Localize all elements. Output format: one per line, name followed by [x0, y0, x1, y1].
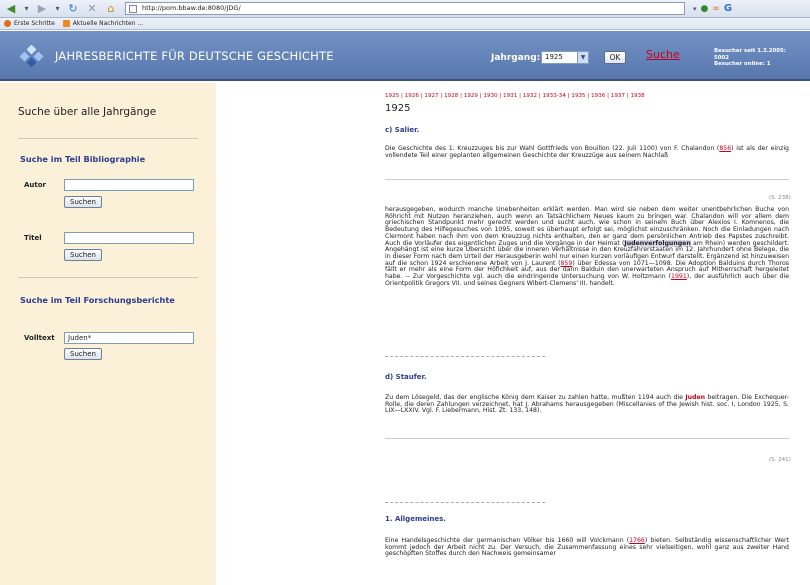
- bookmarks-bar: Erste Schritte Aktuelle Nachrichten ...: [0, 18, 810, 30]
- bibliographie-section-title: Suche im Teil Bibliographie: [20, 154, 146, 164]
- autor-input[interactable]: [64, 179, 194, 191]
- jahrgang-label: Jahrgang:: [491, 53, 541, 63]
- dashed-divider: [385, 502, 545, 503]
- page-reference: (S. 241): [769, 457, 791, 463]
- stop-icon[interactable]: ✕: [84, 2, 100, 16]
- visitor-counter-line: Besucher seit 1.3.2005:: [714, 48, 786, 54]
- section-heading-allgemeines: 1. Allgemeines.: [385, 515, 446, 523]
- page-icon: [129, 5, 137, 13]
- address-url: http://pom.bbaw.de:8080/JDG/: [142, 4, 241, 12]
- bookmark-aktuelle-nachrichten[interactable]: Aktuelle Nachrichten ...: [62, 20, 144, 27]
- visitor-counter-line: Besucher online: 1: [714, 61, 771, 67]
- ok-button[interactable]: OK: [604, 51, 626, 64]
- address-bar[interactable]: http://pom.bbaw.de:8080/JDG/: [125, 2, 685, 15]
- dropdown-icon[interactable]: ▾: [693, 5, 697, 13]
- bookmark-erste-schritte[interactable]: Erste Schritte: [4, 20, 55, 27]
- divider: [18, 277, 198, 278]
- jahrgang-select[interactable]: 1925 ▼: [541, 51, 589, 64]
- page-reference: (S. 238): [769, 195, 791, 201]
- chevron-down-icon[interactable]: ▼: [577, 52, 588, 63]
- divider: [18, 138, 198, 139]
- sidebar-title: Suche über alle Jahrgänge: [18, 106, 157, 118]
- paragraph-kreuzzug: herausgegeben, wodurch manche Unebenheit…: [385, 206, 789, 287]
- site-logo-icon: [19, 45, 44, 67]
- reload-icon[interactable]: ↻: [65, 2, 81, 16]
- forschungsberichte-section-title: Suche im Teil Forschungsberichte: [20, 295, 175, 305]
- jahrgang-value: 1925: [545, 53, 563, 61]
- divider: [385, 179, 789, 180]
- google-search-icon[interactable]: G: [724, 3, 732, 14]
- suche-link[interactable]: Suche: [646, 48, 680, 61]
- paragraph-chalandon: Die Geschichte des 1. Kreuzzuges bis zur…: [385, 145, 789, 159]
- titel-input[interactable]: [64, 232, 194, 244]
- bookmark-label: Erste Schritte: [14, 20, 55, 27]
- forward-dropdown-icon[interactable]: ▾: [53, 2, 62, 16]
- suchen-titel-button[interactable]: Suchen: [64, 249, 102, 261]
- search-sidebar: Suche über alle Jahrgänge Suche im Teil …: [0, 83, 216, 585]
- section-heading-staufer: d) Staufer.: [385, 373, 427, 381]
- dashed-divider: [385, 356, 545, 357]
- section-heading-salier: c) Salier.: [385, 126, 420, 134]
- page-title: 1925: [385, 103, 411, 114]
- back-icon[interactable]: ◀: [3, 2, 19, 16]
- reference-link[interactable]: 856: [719, 145, 731, 152]
- year-navigation[interactable]: 1925 | 1926 | 1927 | 1928 | 1929 | 1930 …: [385, 93, 645, 99]
- forward-icon[interactable]: ▶: [34, 2, 50, 16]
- paragraph-loesegeld: Zu dem Lösegeld, das der englische König…: [385, 394, 789, 415]
- autor-label: Autor: [24, 181, 47, 189]
- divider: [385, 438, 789, 439]
- volltext-input[interactable]: Juden*: [64, 332, 194, 344]
- reference-link[interactable]: 1991: [671, 273, 687, 280]
- firefox-icon: [4, 20, 11, 27]
- rss-icon: [62, 20, 70, 27]
- site-header: JAHRESBERICHTE FÜR DEUTSCHE GESCHICHTE J…: [0, 31, 810, 81]
- suchen-volltext-button[interactable]: Suchen: [64, 348, 102, 360]
- visitor-counter: Besucher seit 1.3.2005: 5002 Besucher on…: [714, 48, 786, 68]
- suchen-autor-button[interactable]: Suchen: [64, 196, 102, 208]
- titel-label: Titel: [24, 234, 42, 242]
- main-content: 1925 | 1926 | 1927 | 1928 | 1929 | 1930 …: [383, 83, 810, 585]
- home-icon[interactable]: ⌂: [103, 2, 119, 16]
- site-title: JAHRESBERICHTE FÜR DEUTSCHE GESCHICHTE: [55, 49, 334, 63]
- go-icon[interactable]: ●: [701, 4, 709, 14]
- paragraph-handelsgeschichte: Eine Handelsgeschichte der germanischen …: [385, 537, 789, 558]
- volltext-label: Volltext: [24, 334, 55, 342]
- feed-icon[interactable]: ∞: [712, 4, 720, 14]
- browser-toolbar: ◀ ▾ ▶ ▾ ↻ ✕ ⌂ http://pom.bbaw.de:8080/JD…: [0, 0, 810, 18]
- back-dropdown-icon[interactable]: ▾: [22, 2, 31, 16]
- bookmark-label: Aktuelle Nachrichten ...: [72, 20, 144, 27]
